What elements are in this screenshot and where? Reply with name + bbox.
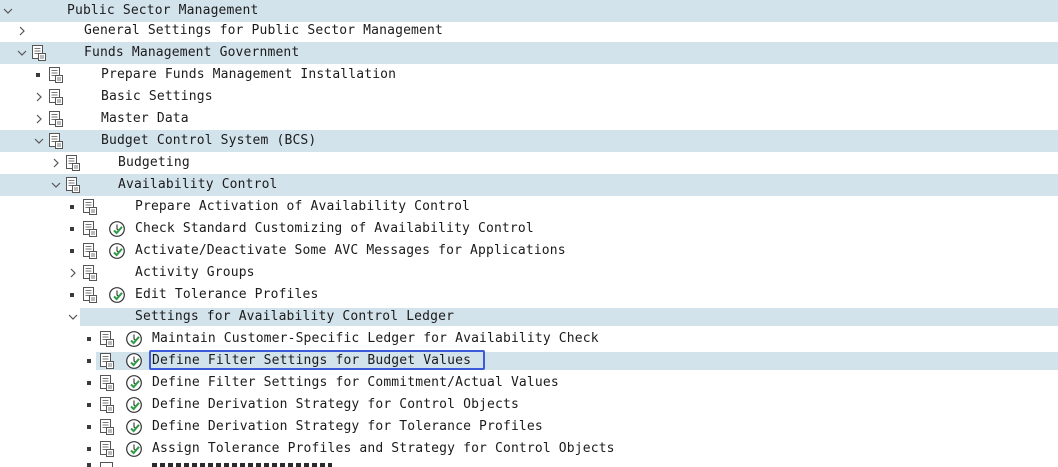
tree-node-maintain-customer-ledger[interactable]: Maintain Customer-Specific Ledger for Av… xyxy=(0,328,1058,350)
tree-node-label: Settings for Availability Control Ledger xyxy=(135,309,455,324)
tree-node-edit-tolerance-profiles[interactable]: Edit Tolerance Profiles xyxy=(0,284,1058,306)
chevron-down-icon[interactable] xyxy=(16,42,28,64)
img-activity-icon[interactable] xyxy=(81,286,98,304)
tree-node-label: Prepare Activation of Availability Contr… xyxy=(135,199,471,214)
chevron-down-icon[interactable] xyxy=(2,0,14,22)
execute-clock-check-icon[interactable] xyxy=(108,286,126,304)
execute-clock-check-icon[interactable] xyxy=(125,374,143,392)
execute-clock-check-icon[interactable] xyxy=(125,396,143,414)
img-activity-icon[interactable] xyxy=(47,110,64,128)
tree-node-label: Activity Groups xyxy=(135,265,255,280)
img-activity-icon[interactable] xyxy=(47,66,64,84)
bullet-icon xyxy=(70,227,74,231)
tree-node-funds-management-government[interactable]: Funds Management Government xyxy=(0,42,1058,64)
bullet-icon xyxy=(70,293,74,297)
img-activity-icon[interactable] xyxy=(64,176,81,194)
tree-node-prepare-activation-avc[interactable]: Prepare Activation of Availability Contr… xyxy=(0,196,1058,218)
tree-node-label: Public Sector Management xyxy=(67,3,259,18)
tree-node-basic-settings[interactable]: Basic Settings xyxy=(0,86,1058,108)
selection-focus-frame xyxy=(149,350,485,370)
img-activity-icon xyxy=(100,462,113,467)
chevron-right-icon[interactable] xyxy=(16,20,28,42)
img-activity-icon[interactable] xyxy=(98,374,115,392)
tree-node-label: Budget Control System (BCS) xyxy=(101,133,317,148)
tree-node-general-settings[interactable]: General Settings for Public Sector Manag… xyxy=(0,20,1058,42)
tree-node-settings-avc-ledger[interactable]: Settings for Availability Control Ledger xyxy=(0,306,1058,328)
bullet-icon xyxy=(87,337,91,341)
tree-node-availability-control[interactable]: Availability Control xyxy=(0,174,1058,196)
tree-node-label: Funds Management Government xyxy=(84,45,300,60)
img-activity-icon[interactable] xyxy=(64,154,81,172)
tree-node-master-data[interactable]: Master Data xyxy=(0,108,1058,130)
tree-node-filter-commitment-actual[interactable]: Define Filter Settings for Commitment/Ac… xyxy=(0,372,1058,394)
tree-node-budget-control-system[interactable]: Budget Control System (BCS) xyxy=(0,130,1058,152)
tree-node-label: Prepare Funds Management Installation xyxy=(101,67,397,82)
bullet-icon xyxy=(87,463,91,467)
chevron-down-icon[interactable] xyxy=(33,130,45,152)
bullet-icon xyxy=(87,381,91,385)
bullet-icon xyxy=(70,205,74,209)
tree-node-derivation-control-objects[interactable]: Define Derivation Strategy for Control O… xyxy=(0,394,1058,416)
tree-node-label: Check Standard Customizing of Availabili… xyxy=(135,221,534,236)
tree-node-label: Activate/Deactivate Some AVC Messages fo… xyxy=(135,243,566,258)
bullet-icon xyxy=(87,425,91,429)
tree-node-public-sector-management[interactable]: Public Sector Management xyxy=(0,0,1058,22)
tree-node-label: Master Data xyxy=(101,111,189,126)
tree-node-label: Define Filter Settings for Commitment/Ac… xyxy=(152,375,559,390)
img-activity-icon[interactable] xyxy=(98,352,115,370)
chevron-right-icon[interactable] xyxy=(67,262,79,284)
tree-node-label: Maintain Customer-Specific Ledger for Av… xyxy=(152,331,599,346)
tree-node-label: Availability Control xyxy=(118,177,278,192)
tree-node-label: General Settings for Public Sector Manag… xyxy=(84,23,443,38)
truncated-text xyxy=(152,463,332,467)
img-activity-icon[interactable] xyxy=(81,264,98,282)
execute-clock-check-icon[interactable] xyxy=(108,220,126,238)
img-activity-icon[interactable] xyxy=(81,220,98,238)
chevron-right-icon[interactable] xyxy=(50,152,62,174)
execute-clock-check-icon[interactable] xyxy=(125,352,143,370)
tree-node-activity-groups[interactable]: Activity Groups xyxy=(0,262,1058,284)
tree-node-activate-deactivate-avc-messages[interactable]: Activate/Deactivate Some AVC Messages fo… xyxy=(0,240,1058,262)
img-activity-icon[interactable] xyxy=(30,44,47,62)
chevron-down-icon[interactable] xyxy=(67,306,79,328)
tree-node-derivation-tolerance-profiles[interactable]: Define Derivation Strategy for Tolerance… xyxy=(0,416,1058,438)
img-activity-icon[interactable] xyxy=(98,396,115,414)
chevron-right-icon[interactable] xyxy=(33,86,45,108)
execute-clock-check-icon[interactable] xyxy=(125,330,143,348)
img-activity-icon[interactable] xyxy=(47,132,64,150)
tree-node-label: Edit Tolerance Profiles xyxy=(135,287,319,302)
tree-node-check-standard-customizing[interactable]: Check Standard Customizing of Availabili… xyxy=(0,218,1058,240)
execute-clock-check-icon[interactable] xyxy=(125,418,143,436)
img-activity-icon[interactable] xyxy=(81,242,98,260)
tree-node-label: Define Derivation Strategy for Control O… xyxy=(152,397,519,412)
tree-node-prepare-fm-installation[interactable]: Prepare Funds Management Installation xyxy=(0,64,1058,86)
img-structure-tree: Public Sector Management General Setting… xyxy=(0,0,1058,467)
chevron-right-icon[interactable] xyxy=(33,108,45,130)
bullet-icon xyxy=(36,73,40,77)
tree-node-label: Define Derivation Strategy for Tolerance… xyxy=(152,419,543,434)
chevron-down-icon[interactable] xyxy=(50,174,62,196)
img-activity-icon[interactable] xyxy=(98,418,115,436)
img-activity-icon[interactable] xyxy=(98,330,115,348)
execute-clock-check-icon[interactable] xyxy=(108,242,126,260)
tree-node-assign-tolerance-strategy[interactable]: Assign Tolerance Profiles and Strategy f… xyxy=(0,438,1058,460)
bullet-icon xyxy=(87,359,91,363)
bullet-icon xyxy=(87,447,91,451)
tree-node-label: Assign Tolerance Profiles and Strategy f… xyxy=(152,441,615,456)
execute-clock-check-icon[interactable] xyxy=(125,440,143,458)
img-activity-icon[interactable] xyxy=(47,88,64,106)
img-activity-icon[interactable] xyxy=(81,198,98,216)
tree-node-budgeting[interactable]: Budgeting xyxy=(0,152,1058,174)
bullet-icon xyxy=(70,249,74,253)
tree-node-label: Budgeting xyxy=(118,155,190,170)
tree-node-label: Basic Settings xyxy=(101,89,213,104)
img-activity-icon[interactable] xyxy=(98,440,115,458)
bullet-icon xyxy=(87,403,91,407)
tree-node-partial-next xyxy=(0,461,1058,467)
